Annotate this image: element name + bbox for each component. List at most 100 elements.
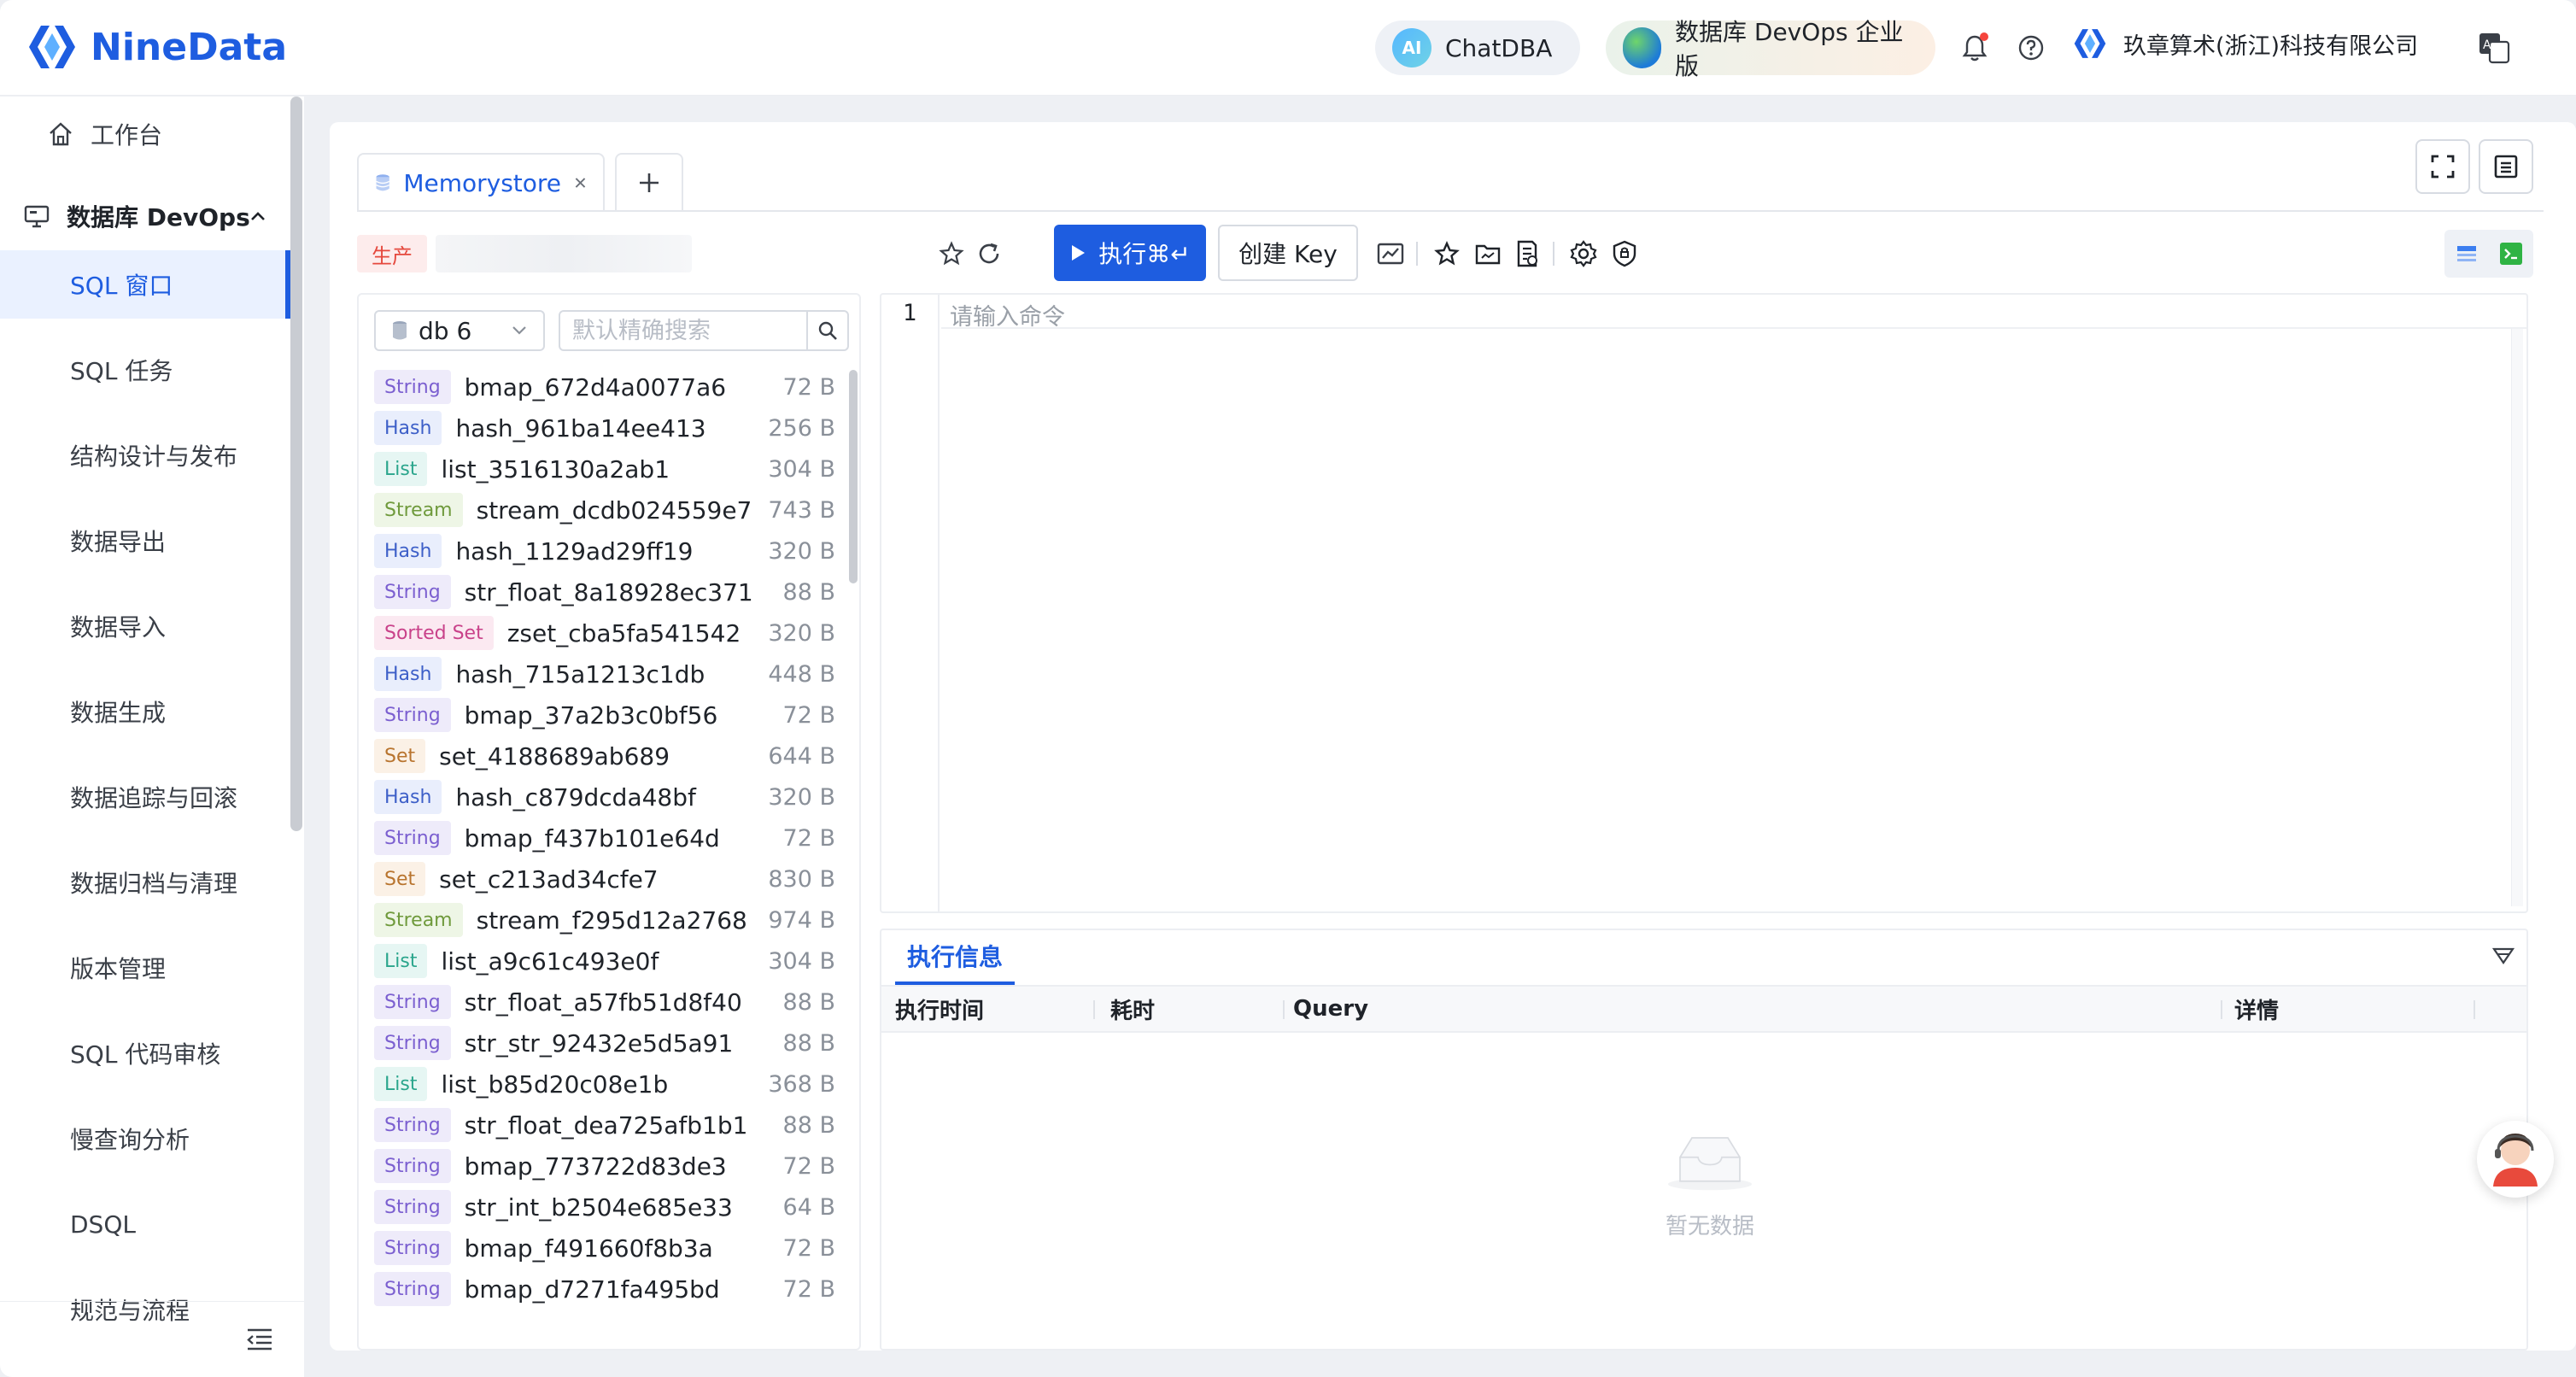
key-row[interactable]: Hash hash_715a1213c1db 448 B	[374, 653, 835, 694]
bell-icon[interactable]	[1958, 31, 1992, 65]
column-resizer[interactable]	[1093, 1000, 1095, 1019]
key-size: 88 B	[782, 988, 835, 1016]
key-row[interactable]: Set set_c213ad34cfe7 830 B	[374, 858, 835, 899]
key-row[interactable]: Set set_4188689ab689 644 B	[374, 735, 835, 776]
sidebar-item-12[interactable]: DSQL	[0, 1190, 290, 1258]
table-view-icon[interactable]	[2456, 243, 2478, 264]
tab-execution-info[interactable]: 执行信息	[895, 930, 1015, 985]
layout-button[interactable]	[2479, 139, 2533, 194]
key-row[interactable]: Stream stream_f295d12a2768 974 B	[374, 899, 835, 940]
command-editor[interactable]: 1 请输入命令	[880, 293, 2528, 913]
empty-box-icon	[1668, 1137, 1752, 1191]
key-row[interactable]: Hash hash_1129ad29ff19 320 B	[374, 530, 835, 571]
view-toggle[interactable]	[2444, 230, 2533, 278]
organization-switcher[interactable]: 玖章算术(浙江)科技有限公司	[2072, 26, 2418, 62]
shield-icon	[1613, 240, 1636, 267]
key-row[interactable]: String str_float_dea725afb1b1 88 B	[374, 1105, 835, 1146]
active-line	[941, 295, 2526, 329]
home-icon	[50, 122, 72, 146]
key-name: str_str_92432e5d5a91	[464, 1028, 734, 1058]
key-row[interactable]: List list_3516130a2ab1 304 B	[374, 448, 835, 489]
sidebar-item-7[interactable]: 数据追踪与回滚	[0, 763, 290, 831]
key-row[interactable]: String bmap_773722d83de3 72 B	[374, 1146, 835, 1187]
key-row[interactable]: String str_float_a57fb51d8f40 88 B	[374, 981, 835, 1022]
open-file-button[interactable]	[1471, 237, 1505, 271]
sidebar-item-4[interactable]: 数据导出	[0, 507, 290, 575]
refresh-button[interactable]	[972, 237, 1006, 271]
column-resizer[interactable]	[2221, 1000, 2222, 1019]
sidebar-item-8[interactable]: 数据归档与清理	[0, 848, 290, 917]
fullscreen-button[interactable]	[2415, 139, 2470, 194]
filter-icon[interactable]	[2492, 947, 2515, 966]
key-row[interactable]: List list_b85d20c08e1b 368 B	[374, 1064, 835, 1105]
translate-icon[interactable]: A	[2477, 31, 2511, 65]
key-row[interactable]: Sorted Set zset_cba5fa541542 320 B	[374, 612, 835, 653]
execute-button[interactable]: 执行⌘↵	[1054, 225, 1206, 281]
key-row[interactable]: String bmap_37a2b3c0bf56 72 B	[374, 694, 835, 735]
sidebar-item-6[interactable]: 数据生成	[0, 677, 290, 746]
key-row[interactable]: String bmap_672d4a0077a6 72 B	[374, 366, 835, 407]
key-row[interactable]: String str_int_b2504e685e33 64 B	[374, 1187, 835, 1228]
monitor-chart-button[interactable]	[1373, 237, 1408, 271]
sidebar-scrollbar[interactable]	[290, 97, 302, 831]
sidebar-item-9[interactable]: 版本管理	[0, 934, 290, 1002]
key-name: bmap_37a2b3c0bf56	[464, 700, 718, 730]
favorite-datasource-button[interactable]	[934, 237, 969, 271]
history-button[interactable]	[1510, 237, 1544, 271]
security-button[interactable]	[1607, 237, 1642, 271]
chart-icon	[1377, 243, 1404, 265]
key-row[interactable]: String str_float_8a18928ec371 88 B	[374, 571, 835, 612]
key-search-input[interactable]	[560, 317, 806, 344]
key-row[interactable]: String bmap_f491660f8b3a 72 B	[374, 1228, 835, 1269]
chatdba-button[interactable]: AI ChatDBA	[1375, 21, 1580, 75]
sidebar-item-11[interactable]: 慢查询分析	[0, 1105, 290, 1173]
key-list-scrollbar[interactable]	[849, 370, 858, 583]
key-row[interactable]: Stream stream_dcdb024559e7 743 B	[374, 489, 835, 530]
left-sidebar: 工作台 数据库 DevOps SQL 窗口 SQL 任务 结构设计与发布 数据导出 数据…	[0, 97, 304, 1377]
sidebar-item-2[interactable]: SQL 任务	[0, 336, 290, 404]
sidebar-item-workbench[interactable]: 工作台	[24, 100, 314, 168]
database-select[interactable]: db 6	[374, 310, 545, 351]
key-row[interactable]: String bmap_f437b101e64d 72 B	[374, 817, 835, 858]
sidebar-item-1[interactable]: SQL 窗口	[0, 250, 290, 319]
environment-tag: 生产	[357, 235, 427, 272]
key-size: 743 B	[768, 496, 835, 524]
sidebar-item-label: DSQL	[70, 1210, 136, 1239]
key-size: 974 B	[768, 906, 835, 934]
key-row[interactable]: Hash hash_961ba14ee413 256 B	[374, 407, 835, 448]
column-resizer[interactable]	[2474, 1000, 2475, 1019]
key-size: 304 B	[768, 947, 835, 975]
sidebar-item-5[interactable]: 数据导入	[0, 592, 290, 660]
settings-button[interactable]	[1566, 237, 1601, 271]
key-type-badge: Sorted Set	[374, 616, 494, 650]
key-row[interactable]: String bmap_d7271fa495bd 72 B	[374, 1269, 835, 1310]
favorites-button[interactable]	[1430, 237, 1464, 271]
key-name: bmap_f437b101e64d	[464, 823, 720, 853]
menu-collapse-icon[interactable]	[246, 1327, 273, 1351]
key-row[interactable]: Hash hash_c879dcda48bf 320 B	[374, 776, 835, 817]
support-assistant-button[interactable]	[2477, 1121, 2554, 1198]
column-resizer[interactable]	[1283, 1000, 1285, 1019]
column-header: 耗时	[1110, 998, 1156, 1024]
key-name: bmap_672d4a0077a6	[464, 372, 727, 401]
help-icon[interactable]	[2014, 31, 2048, 65]
key-type-badge: Hash	[374, 411, 442, 445]
editor-scrollbar[interactable]	[2511, 329, 2523, 906]
company-name: 玖章算术(浙江)科技有限公司	[2123, 32, 2419, 60]
edition-button[interactable]: 数据库 DevOps 企业版	[1606, 18, 1935, 80]
database-icon	[393, 321, 407, 340]
sidebar-group-devops[interactable]: 数据库 DevOps	[0, 182, 290, 250]
key-name: list_a9c61c493e0f	[441, 946, 659, 976]
add-tab-button[interactable]	[615, 153, 683, 211]
sidebar-item-10[interactable]: SQL 代码审核	[0, 1019, 290, 1087]
sidebar-item-3[interactable]: 结构设计与发布	[0, 421, 290, 489]
terminal-view-icon[interactable]	[2499, 242, 2523, 266]
key-row[interactable]: String str_str_92432e5d5a91 88 B	[374, 1022, 835, 1064]
key-name: stream_dcdb024559e7	[476, 495, 752, 524]
close-icon[interactable]	[573, 174, 588, 191]
tab-memorystore[interactable]: Memorystore	[357, 153, 605, 211]
search-button[interactable]	[806, 312, 847, 349]
brand-logo[interactable]: NineData	[26, 19, 287, 75]
create-key-button[interactable]: 创建 Key	[1218, 225, 1358, 281]
key-row[interactable]: List list_a9c61c493e0f 304 B	[374, 940, 835, 981]
